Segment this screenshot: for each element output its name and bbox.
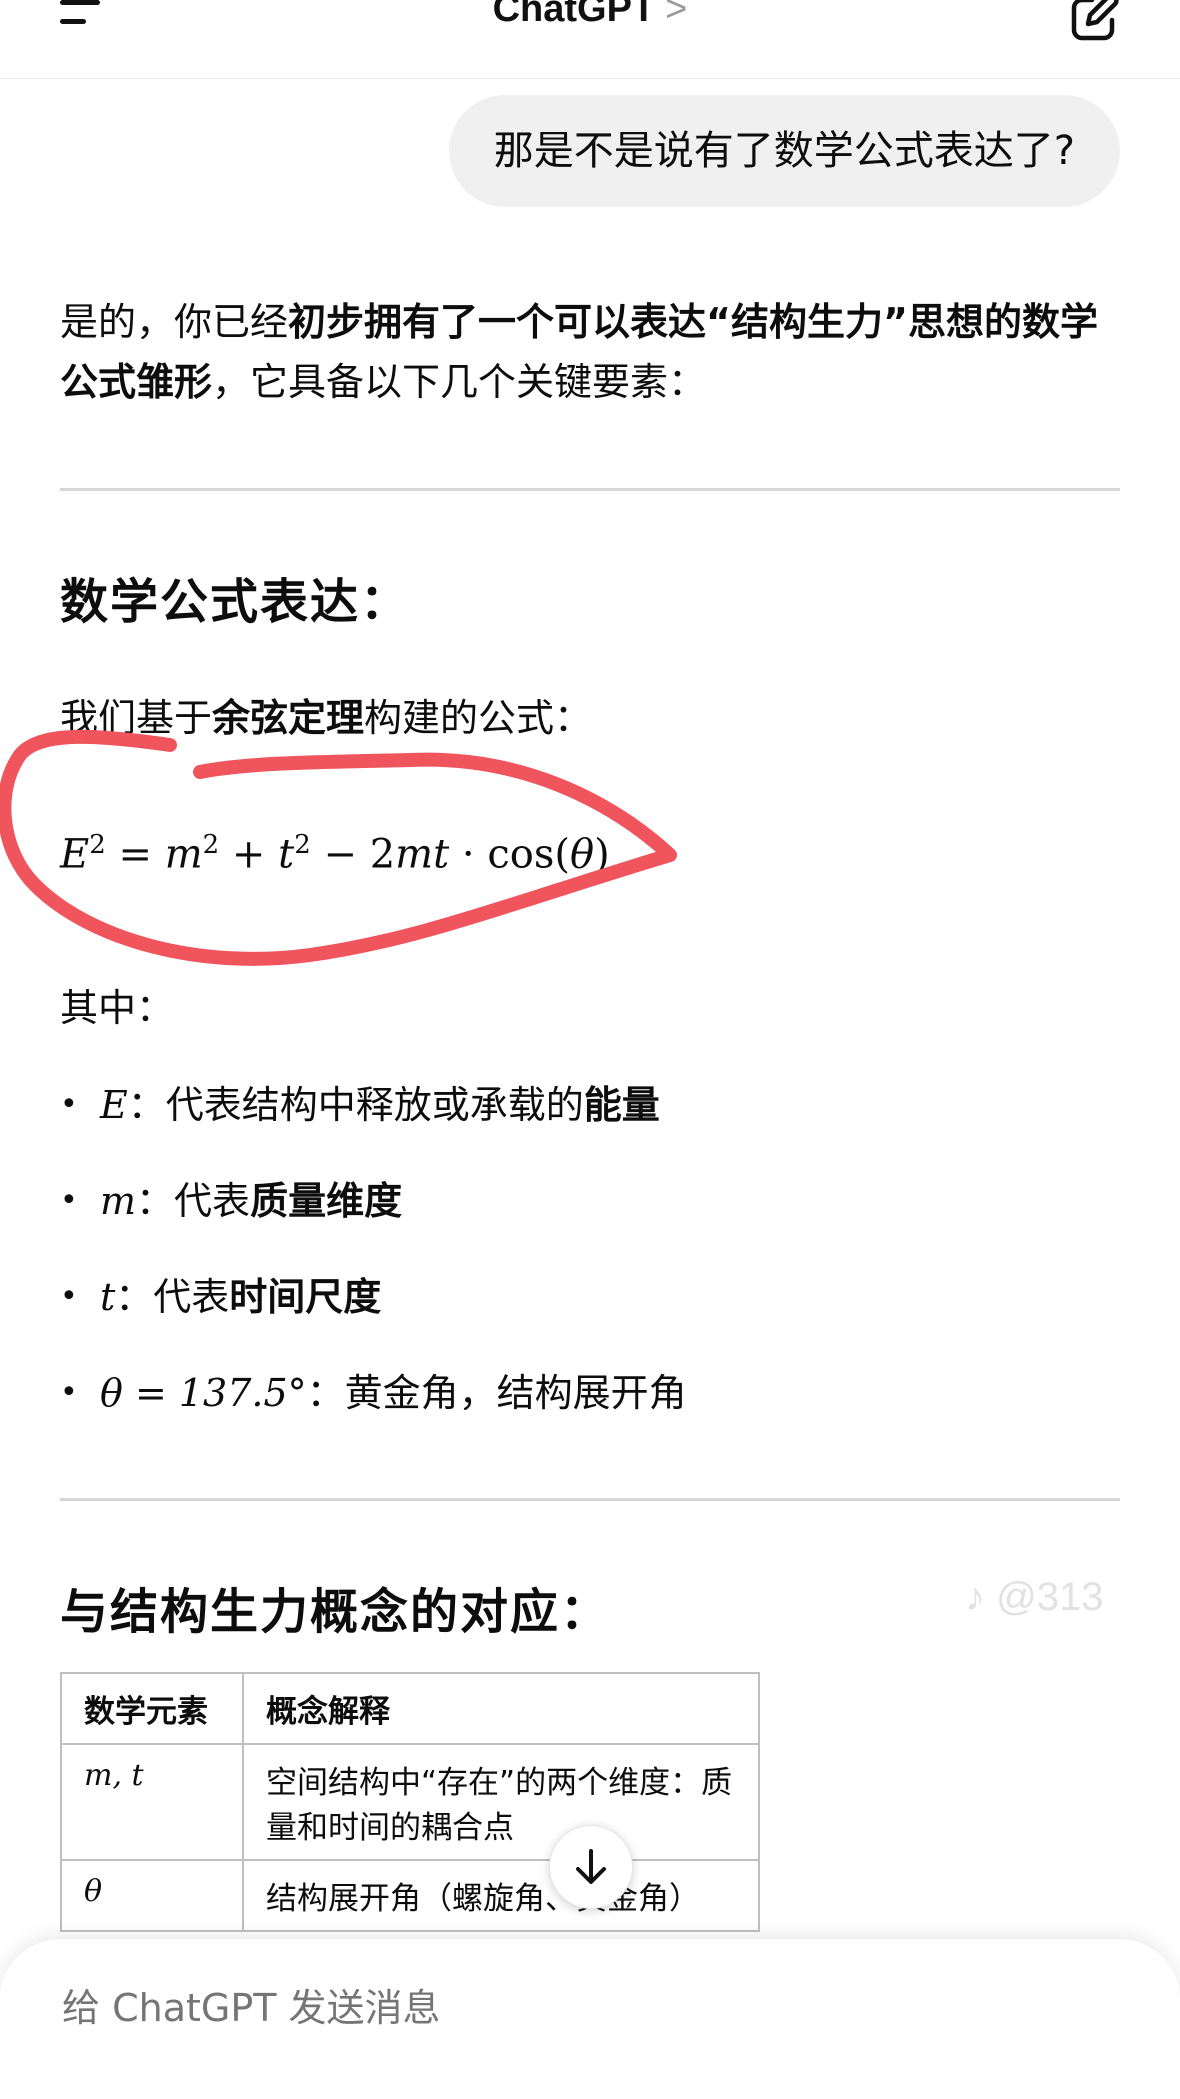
- table-row: θ 结构展开角（螺旋角、黄金角）: [60, 1859, 760, 1932]
- table-header: 概念解释: [242, 1672, 760, 1745]
- variable-list: E：代表结构中释放或承载的能量 m：代表质量维度 t：代表时间尺度 θ = 13…: [60, 1070, 1120, 1454]
- message-input[interactable]: [60, 1985, 964, 2031]
- section-heading-formula: 数学公式表达：: [60, 574, 411, 630]
- section-heading-mapping: 与结构生力概念的对应：: [60, 1584, 611, 1640]
- formula-cos: cos: [487, 831, 555, 878]
- formula-minus: − 2: [310, 831, 396, 878]
- list-item: θ = 137.5°：黄金角，结构展开角: [60, 1358, 1120, 1454]
- variable-symbol: θ = 137.5°: [100, 1371, 307, 1415]
- variable-symbol: m: [100, 1179, 137, 1223]
- new-chat-icon[interactable]: [1068, 0, 1120, 44]
- formula-m: m: [164, 831, 203, 878]
- formula-paren: ): [594, 831, 610, 878]
- chevron-right-icon: >: [665, 0, 688, 30]
- cosine-line: 我们基于余弦定理构建的公式：: [60, 688, 592, 748]
- cosine-text-end: 构建的公式：: [364, 696, 593, 740]
- watermark: ♪ @313: [965, 1575, 1104, 1619]
- formula-eq: =: [105, 831, 165, 878]
- table-cell: 空间结构中“存在”的两个维度：质量和时间的耦合点: [242, 1743, 760, 1861]
- formula-mt: mt: [395, 831, 450, 878]
- variable-bold: 质量维度: [250, 1179, 403, 1223]
- cosine-text: 我们基于: [60, 696, 213, 740]
- formula-theta: θ: [569, 831, 595, 878]
- formula: E2 = m2 + t2 − 2mt · cos(θ): [60, 830, 610, 877]
- cosine-bold: 余弦定理: [212, 696, 365, 740]
- table-cell: m, t: [60, 1743, 244, 1861]
- intro-paragraph: 是的，你已经初步拥有了一个可以表达“结构生力”思想的数学公式雏形，它具备以下几个…: [60, 292, 1120, 412]
- user-message-bubble: 那是不是说有了数学公式表达了?: [448, 95, 1120, 207]
- variable-desc: ：代表结构中释放或承载的: [127, 1083, 584, 1127]
- list-item: m：代表质量维度: [60, 1166, 1120, 1262]
- conversation-title[interactable]: ChatGPT >: [0, 0, 1180, 31]
- composer: [0, 1938, 1180, 2099]
- variable-symbol: E: [100, 1083, 128, 1127]
- table-header: 数学元素: [60, 1672, 244, 1745]
- mapping-table: 数学元素 概念解释 m, t 空间结构中“存在”的两个维度：质量和时间的耦合点 …: [60, 1672, 760, 1932]
- formula-e: E: [60, 831, 90, 878]
- top-bar: ChatGPT >: [0, 0, 1180, 79]
- scroll-to-bottom-button[interactable]: [549, 1825, 633, 1909]
- variable-symbol: t: [100, 1275, 116, 1319]
- variable-bold: 能量: [583, 1083, 660, 1127]
- table-row: m, t 空间结构中“存在”的两个维度：质量和时间的耦合点: [60, 1743, 760, 1861]
- divider: [60, 488, 1120, 491]
- variable-desc: ：代表: [136, 1179, 251, 1223]
- where-label: 其中：: [60, 986, 175, 1030]
- formula-paren: (: [554, 831, 570, 878]
- formula-dot: ·: [449, 831, 488, 878]
- intro-text: 是的，你已经: [60, 300, 289, 344]
- divider: [60, 1498, 1120, 1501]
- variable-desc: ：代表: [115, 1275, 230, 1319]
- title-text: ChatGPT: [492, 0, 656, 30]
- table-cell: θ: [60, 1859, 244, 1932]
- formula-sup: 2: [202, 830, 220, 860]
- arrow-down-icon: [576, 1849, 606, 1884]
- formula-plus: +: [219, 831, 279, 878]
- variable-bold: 时间尺度: [229, 1275, 382, 1319]
- list-item: E：代表结构中释放或承载的能量: [60, 1070, 1120, 1166]
- formula-sup: 2: [89, 830, 106, 860]
- cell-symbol: θ: [84, 1874, 103, 1909]
- table-cell: 结构展开角（螺旋角、黄金角）: [242, 1859, 760, 1932]
- intro-text-end: ，它具备以下几个关键要素：: [212, 360, 707, 404]
- list-item: t：代表时间尺度: [60, 1262, 1120, 1358]
- table-header-row: 数学元素 概念解释: [60, 1672, 760, 1745]
- cell-symbol: m, t: [84, 1758, 144, 1793]
- formula-sup: 2: [294, 830, 311, 860]
- variable-desc: ：黄金角，结构展开角: [306, 1371, 687, 1415]
- formula-t: t: [278, 831, 295, 878]
